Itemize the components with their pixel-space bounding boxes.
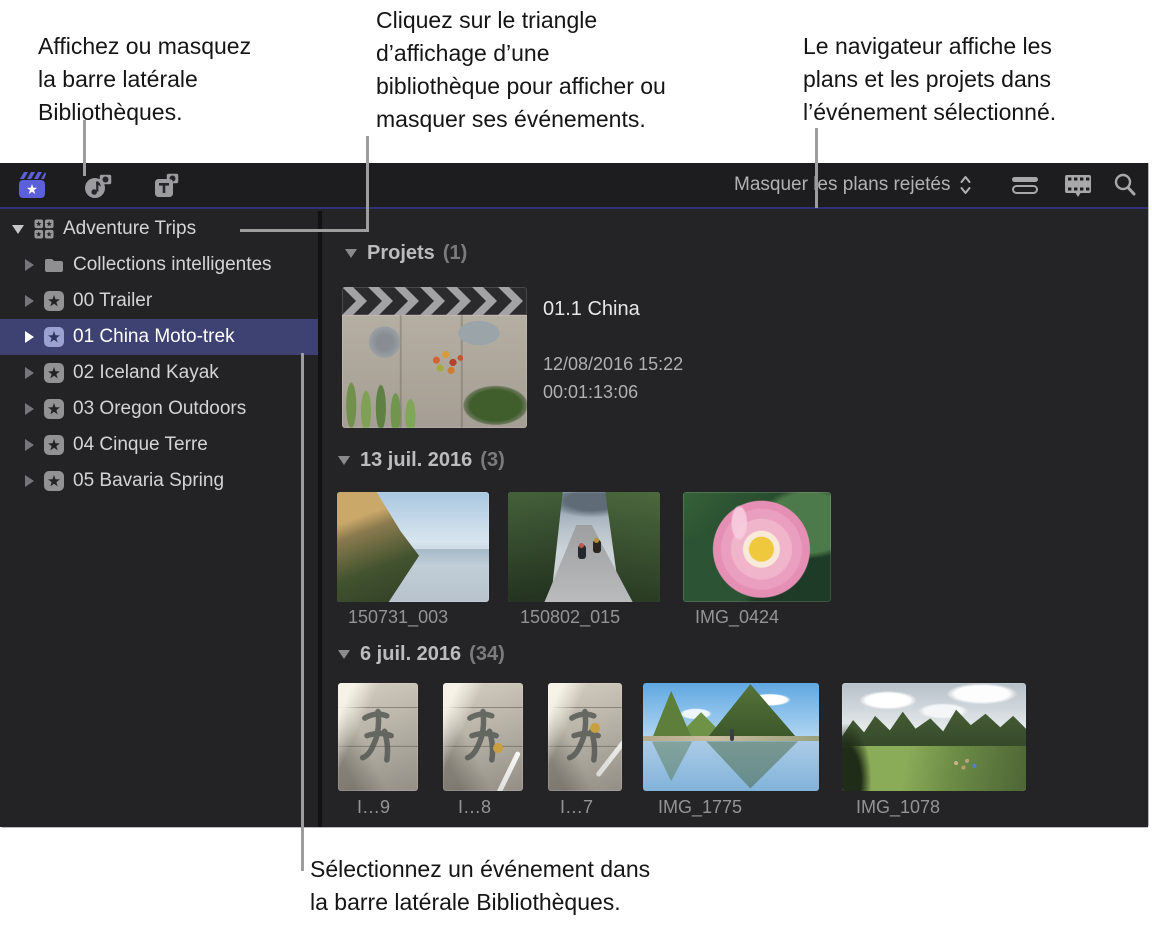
clip-thumbnail-150802-015[interactable] (508, 492, 660, 602)
sidebar-item-04-cinque-terre[interactable]: 04 Cinque Terre (0, 427, 318, 463)
clip-thumbnail-calligraphy-7[interactable] (548, 683, 622, 791)
libraries-sidebar-button[interactable] (16, 163, 50, 207)
photos-audio-sidebar-button[interactable] (82, 163, 116, 207)
section-count: (3) (480, 449, 504, 472)
clip-label: I…7 (560, 797, 593, 818)
disclosure-triangle-icon[interactable] (25, 331, 34, 343)
section-count: (34) (469, 643, 505, 666)
sidebar-item-label: 00 Trailer (73, 290, 152, 312)
clip-thumbnail-150731-003[interactable] (337, 492, 489, 602)
toolbar: Masquer les plans rejetés (0, 163, 1148, 209)
callout-line-triangle-vertical (366, 136, 369, 232)
section-disclosure-triangle[interactable] (338, 456, 350, 465)
clapperboard-star-icon (18, 171, 48, 199)
clip-label: IMG_1078 (856, 797, 940, 818)
disclosure-triangle-icon[interactable] (25, 259, 34, 271)
section-title: 6 juil. 2016 (360, 643, 461, 666)
event-star-icon (44, 327, 64, 347)
event-star-icon (44, 471, 64, 491)
section-title: 13 juil. 2016 (360, 449, 472, 472)
clip-thumbnail-img-1078[interactable] (842, 683, 1026, 791)
sidebar-item-label: 03 Oregon Outdoors (73, 398, 246, 420)
callout-browser-shows: Le navigateur affiche les plans et les p… (803, 30, 1056, 129)
letter-t-camera-icon (152, 171, 182, 199)
brush-ferrule-icon (590, 723, 600, 733)
section-disclosure-triangle[interactable] (338, 650, 350, 659)
clip-appearance-icon (1010, 174, 1040, 196)
clip-thumbnail-img-1775[interactable] (643, 683, 819, 791)
chevron-pattern-icon (342, 287, 527, 315)
clip-thumbnail-calligraphy-9[interactable] (338, 683, 418, 791)
titles-generators-sidebar-button[interactable] (150, 163, 184, 207)
search-icon (1112, 172, 1138, 198)
page: Affichez ou masquez la barre latérale Bi… (0, 0, 1152, 928)
sidebar-item-03-oregon-outdoors[interactable]: 03 Oregon Outdoors (0, 391, 318, 427)
fcp-window: Masquer les plans rejetés (0, 163, 1149, 828)
event-star-icon (44, 291, 64, 311)
clip-label: I…8 (458, 797, 491, 818)
callout-click-triangle: Cliquez sur le triangle d’affichage d’un… (376, 4, 666, 136)
sidebar-item-collections-intelligentes[interactable]: Collections intelligentes (0, 247, 318, 283)
clip-appearance-button[interactable] (1008, 163, 1042, 207)
callout-line-select-event (301, 353, 304, 871)
sidebar-item-02-iceland-kayak[interactable]: 02 Iceland Kayak (0, 355, 318, 391)
callout-line-triangle-horizontal (240, 229, 369, 232)
sidebar-item-label: 02 Iceland Kayak (73, 362, 219, 384)
section-header-13-juil: 13 juil. 2016 (3) (338, 449, 505, 472)
disclosure-triangle-icon[interactable] (25, 367, 34, 379)
folder-icon (44, 257, 64, 273)
filmstrip-icon (1063, 173, 1093, 197)
search-button[interactable] (1110, 163, 1140, 207)
event-star-icon (44, 435, 64, 455)
callout-show-sidebar: Affichez ou masquez la barre latérale Bi… (38, 30, 251, 129)
clip-thumbnail-calligraphy-8[interactable] (443, 683, 523, 791)
project-modified-date: 12/08/2016 15:22 (543, 354, 683, 375)
disclosure-triangle-icon[interactable] (25, 439, 34, 451)
disclosure-triangle-expanded-icon[interactable] (12, 225, 24, 234)
brush-ferrule-icon (493, 743, 503, 753)
sidebar-item-label: 05 Bavaria Spring (73, 470, 224, 492)
callout-line-browser (815, 128, 818, 208)
event-star-icon (44, 363, 64, 383)
library-name: Adventure Trips (63, 218, 196, 240)
music-note-camera-icon (84, 171, 114, 199)
event-star-icon (44, 399, 64, 419)
library-icon (34, 219, 54, 239)
filter-popup-label: Masquer les plans rejetés (734, 174, 951, 196)
sidebar-item-label: Collections intelligentes (73, 254, 272, 276)
disclosure-triangle-icon[interactable] (25, 403, 34, 415)
disclosure-triangle-icon[interactable] (25, 295, 34, 307)
section-header-projets: Projets (1) (345, 242, 467, 265)
callout-line-sidebar (83, 120, 86, 176)
clip-label: I…9 (357, 797, 390, 818)
person-silhouette (730, 729, 734, 741)
project-clapperboard-strip[interactable] (342, 287, 527, 315)
sidebar-item-01-china-moto-trek[interactable]: 01 China Moto-trek (0, 319, 318, 355)
sidebar-item-00-trailer[interactable]: 00 Trailer (0, 283, 318, 319)
section-count: (1) (443, 242, 467, 265)
filmstrip-view-button[interactable] (1060, 163, 1096, 207)
callout-select-event: Sélectionnez un événement dans la barre … (310, 853, 650, 919)
clip-thumbnail-img-0424[interactable] (683, 492, 831, 602)
clip-label: IMG_0424 (695, 607, 779, 628)
sidebar-item-label: 04 Cinque Terre (73, 434, 208, 456)
clip-label: 150731_003 (348, 607, 448, 628)
libraries-sidebar: Adventure Trips Collections intelligente… (0, 211, 318, 827)
section-title: Projets (367, 242, 435, 265)
project-thumbnail-china[interactable] (342, 315, 527, 428)
section-header-6-juil: 6 juil. 2016 (34) (338, 643, 505, 666)
project-name: 01.1 China (543, 298, 640, 321)
sidebar-item-label: 01 China Moto-trek (73, 326, 235, 348)
project-duration: 00:01:13:06 (543, 382, 638, 403)
sidebar-item-05-bavaria-spring[interactable]: 05 Bavaria Spring (0, 463, 318, 499)
clip-label: IMG_1775 (658, 797, 742, 818)
section-disclosure-triangle[interactable] (345, 249, 357, 258)
window-main: Adventure Trips Collections intelligente… (0, 211, 1148, 827)
filter-popup-button[interactable]: Masquer les plans rejetés (728, 163, 978, 207)
browser: Projets (1) (322, 211, 1148, 827)
disclosure-triangle-icon[interactable] (25, 475, 34, 487)
chevron-up-down-icon (959, 173, 972, 197)
clip-label: 150802_015 (520, 607, 620, 628)
